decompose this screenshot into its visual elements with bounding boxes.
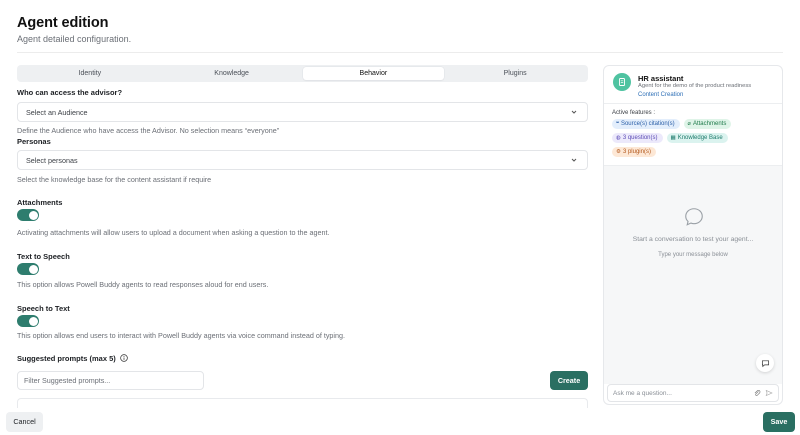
attachments-toggle[interactable] bbox=[17, 209, 39, 221]
quote-icon: ❝ bbox=[616, 121, 619, 127]
feature-chip: ⌀ Attachments bbox=[683, 119, 732, 129]
prompts-filter-input[interactable] bbox=[17, 371, 204, 390]
agent-doc-icon bbox=[619, 78, 625, 86]
agent-description: Agent for the demo of the product readin… bbox=[638, 83, 752, 89]
page-header: Agent edition Agent detailed configurati… bbox=[17, 15, 131, 44]
behavior-form: Identity Knowledge Behavior Plugins Who … bbox=[17, 65, 588, 408]
prompts-label: Suggested prompts (max 5) bbox=[17, 354, 128, 363]
paperclip-icon[interactable] bbox=[753, 389, 761, 397]
feature-chip-label: 3 plugin(s) bbox=[622, 149, 651, 155]
create-prompt-button[interactable]: Create bbox=[550, 371, 588, 390]
tab-behavior[interactable]: Behavior bbox=[302, 67, 445, 80]
tab-plugins[interactable]: Plugins bbox=[444, 67, 586, 80]
attachments-help: Activating attachments will allow users … bbox=[17, 228, 330, 237]
feature-chip-label: 3 question(s) bbox=[622, 135, 658, 141]
chat-area: Start a conversation to test your agent.… bbox=[604, 166, 782, 384]
personas-select-value: Select personas bbox=[26, 155, 78, 165]
attachments-label: Attachments bbox=[17, 198, 63, 207]
chevron-down-icon bbox=[571, 158, 577, 162]
feature-chip: ◍ 3 question(s) bbox=[612, 133, 663, 143]
plugin-icon: ⚙ bbox=[616, 149, 621, 155]
message-icon bbox=[761, 359, 769, 367]
feature-chip-label: Attachments bbox=[692, 121, 727, 127]
chat-empty-title: Start a conversation to test your agent.… bbox=[632, 236, 754, 243]
tab-bar: Identity Knowledge Behavior Plugins bbox=[17, 65, 588, 82]
feature-chip: ⚙ 3 plugin(s) bbox=[612, 147, 656, 157]
prompts-list bbox=[17, 398, 588, 408]
stt-help: This option allows end users to interact… bbox=[17, 331, 346, 340]
feature-chip-label: Knowledge Base bbox=[677, 135, 723, 141]
chat-float-button[interactable] bbox=[756, 354, 774, 372]
chat-bubble-icon bbox=[685, 208, 703, 226]
chevron-down-icon bbox=[571, 110, 577, 114]
divider bbox=[604, 103, 782, 104]
info-icon[interactable] bbox=[120, 354, 128, 362]
features-label: Active features : bbox=[612, 110, 656, 116]
personas-label: Personas bbox=[17, 137, 51, 146]
stt-toggle[interactable] bbox=[17, 315, 39, 327]
agent-name: HR assistant bbox=[638, 74, 684, 83]
toggle-knob bbox=[28, 316, 38, 326]
audience-select-value: Select an Audience bbox=[26, 107, 88, 117]
chat-input[interactable] bbox=[613, 389, 749, 397]
personas-select[interactable]: Select personas bbox=[17, 150, 588, 170]
cancel-button[interactable]: Cancel bbox=[6, 412, 43, 432]
send-icon[interactable] bbox=[765, 389, 773, 397]
feature-chip-label: Source(s) citation(s) bbox=[620, 121, 675, 127]
feature-chip: ❝ Source(s) citation(s) bbox=[612, 119, 680, 129]
tts-toggle[interactable] bbox=[17, 263, 39, 275]
tab-knowledge[interactable]: Knowledge bbox=[161, 67, 303, 80]
paperclip-icon: ⌀ bbox=[687, 121, 691, 127]
agent-preview-panel: HR assistant Agent for the demo of the p… bbox=[603, 65, 783, 405]
chat-input-box bbox=[607, 384, 779, 402]
feature-chip: ▦ Knowledge Base bbox=[666, 133, 728, 143]
agent-category: Content Creation bbox=[638, 92, 684, 98]
header-divider bbox=[17, 52, 783, 53]
save-button[interactable]: Save bbox=[763, 412, 795, 432]
prompts-label-text: Suggested prompts (max 5) bbox=[17, 354, 116, 363]
page-subtitle: Agent detailed configuration. bbox=[17, 34, 132, 44]
feature-chips: ❝ Source(s) citation(s) ⌀ Attachments ◍ 3 q… bbox=[612, 119, 772, 157]
audience-label: Who can access the advisor? bbox=[17, 88, 123, 97]
chat-empty-subtitle: Type your message below bbox=[658, 252, 728, 258]
tab-identity[interactable]: Identity bbox=[19, 67, 161, 80]
page-title: Agent edition bbox=[17, 15, 109, 31]
audience-select[interactable]: Select an Audience bbox=[17, 102, 588, 122]
tts-help: This option allows Powell Buddy agents t… bbox=[17, 280, 269, 289]
stt-label: Speech to Text bbox=[17, 304, 70, 313]
agent-avatar bbox=[613, 73, 631, 91]
personas-help: Select the knowledge base for the conten… bbox=[17, 175, 212, 184]
agent-card: HR assistant Agent for the demo of the p… bbox=[604, 66, 782, 166]
audience-help: Define the Audience who have access the … bbox=[17, 126, 280, 135]
database-icon: ▦ bbox=[670, 135, 676, 141]
question-icon: ◍ bbox=[616, 135, 621, 141]
toggle-knob bbox=[28, 210, 38, 220]
tts-label: Text to Speech bbox=[17, 252, 70, 261]
toggle-knob bbox=[28, 264, 38, 274]
